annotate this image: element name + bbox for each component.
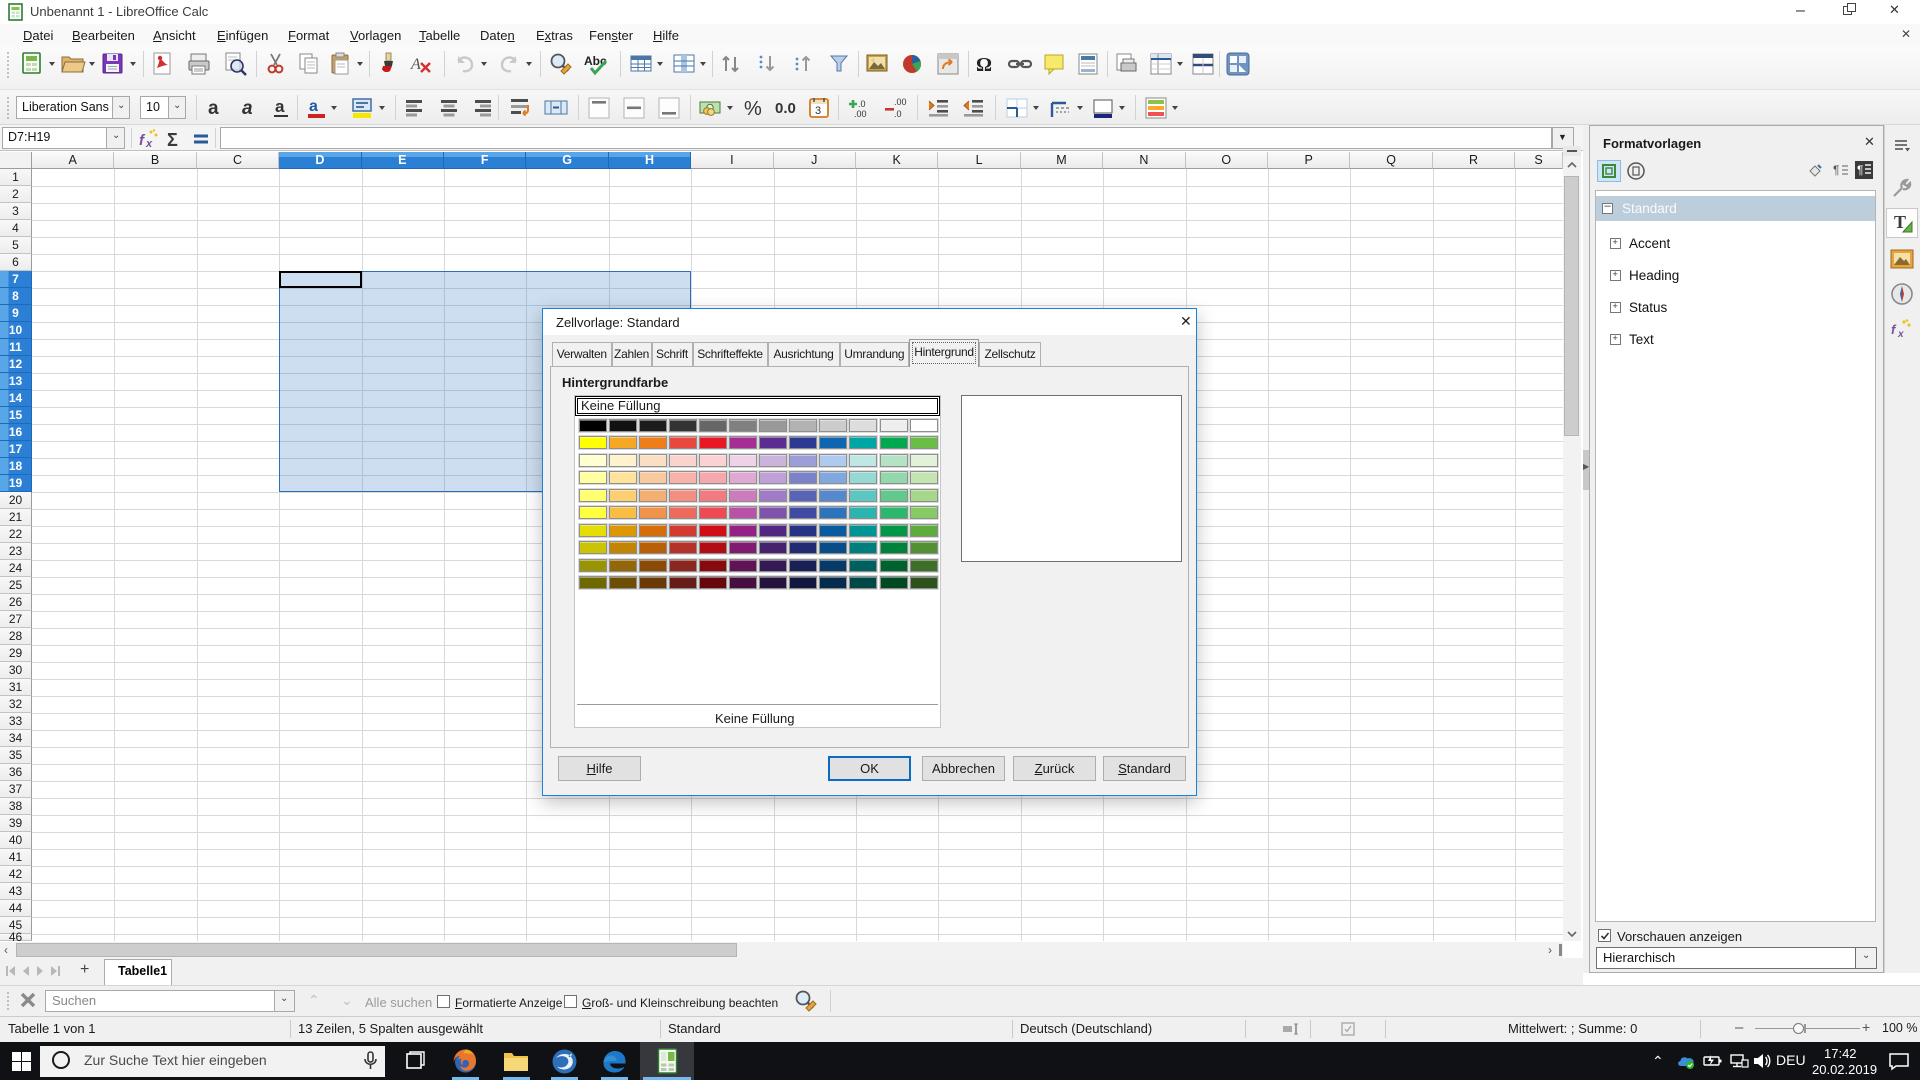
svg-text:T: T: [1894, 212, 1906, 232]
svg-text:Σ: Σ: [167, 130, 178, 150]
svg-text:f: f: [1891, 322, 1897, 337]
svg-text:.0: .0: [858, 99, 866, 109]
svg-text:a: a: [208, 98, 219, 119]
svg-text:x: x: [1897, 329, 1904, 340]
svg-text:a: a: [242, 98, 253, 119]
svg-text:.00: .00: [894, 97, 907, 107]
svg-text:f: f: [139, 132, 146, 149]
svg-text:A: A: [410, 56, 421, 73]
svg-text:a: a: [309, 98, 318, 115]
svg-text:¶: ¶: [1857, 163, 1863, 177]
svg-text:0.0: 0.0: [775, 100, 796, 117]
svg-text:.00: .00: [854, 109, 867, 119]
svg-text:x: x: [145, 138, 153, 150]
svg-text:a: a: [275, 97, 285, 116]
svg-text:¶: ¶: [1833, 163, 1839, 177]
svg-text:.0: .0: [894, 109, 902, 119]
svg-text:Abc: Abc: [584, 54, 607, 68]
svg-text:Ω: Ω: [976, 54, 992, 76]
svg-text:%: %: [744, 98, 762, 120]
svg-text:3: 3: [815, 105, 821, 117]
